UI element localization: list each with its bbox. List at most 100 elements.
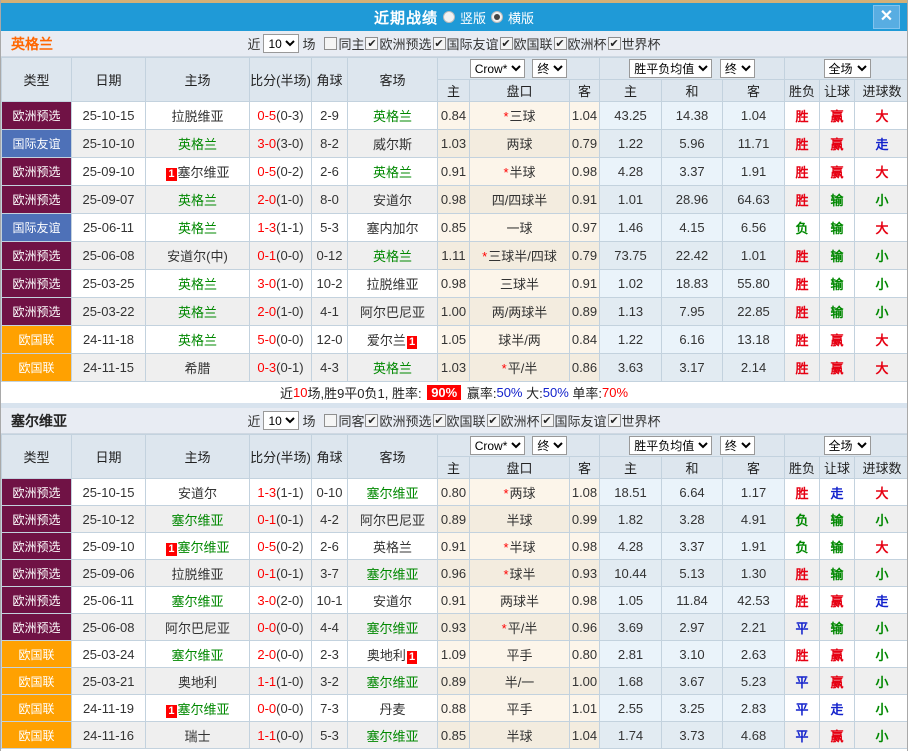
team-cell[interactable]: 丹麦 — [347, 694, 438, 722]
team-cell[interactable]: 塞尔维亚 — [347, 667, 438, 695]
home-odds-cell: 0.84 — [437, 101, 470, 130]
checkbox-checked-icon[interactable]: ✔ — [540, 414, 554, 427]
league-checkbox[interactable]: ✔ 欧洲杯 — [553, 34, 607, 53]
league-checkbox[interactable]: ✔ 国际友谊 — [540, 411, 607, 430]
col-type: 类型 — [1, 57, 72, 102]
team-cell[interactable]: 安道尔 — [145, 478, 250, 506]
league-checkbox[interactable]: ✔ 欧洲预选 — [365, 34, 432, 53]
team-cell[interactable]: 英格兰 — [145, 297, 250, 326]
team-cell[interactable]: 1 塞尔维亚 — [145, 157, 250, 186]
table-row: 欧洲预选 25-10-15 拉脱维亚 0-5(0-3) 2-9 英格兰 0.84 *三球 1.0… — [1, 101, 907, 130]
checkbox-checked-icon[interactable]: ✔ — [486, 414, 500, 427]
league-checkbox[interactable]: ✔ 世界杯 — [607, 34, 661, 53]
handicap-result-cell: 输 — [819, 613, 856, 641]
corner-cell: 4-2 — [311, 505, 348, 533]
team-cell[interactable]: 1 塞尔维亚 — [145, 532, 250, 560]
near-label: 近 — [247, 414, 261, 429]
team-cell[interactable]: 英格兰 — [347, 101, 438, 130]
team-cell[interactable]: 爱尔兰 1 — [347, 325, 438, 354]
team-cell[interactable]: 阿尔巴尼亚 — [347, 297, 438, 326]
same-venue-checkbox[interactable]: 同客 — [324, 411, 364, 430]
checkbox-checked-icon[interactable]: ✔ — [432, 414, 446, 427]
team-cell[interactable]: 拉脱维亚 — [347, 269, 438, 298]
team-cell[interactable]: 安道尔(中) — [145, 241, 250, 270]
checkbox-checked-icon[interactable]: ✔ — [607, 37, 621, 50]
league-type-cell: 欧洲预选 — [1, 101, 72, 130]
league-checkbox[interactable]: ✔ 欧国联 — [432, 411, 486, 430]
same-venue-checkbox[interactable]: 同主 — [324, 34, 364, 53]
goals-result-cell: 大 — [854, 353, 907, 382]
avg-time-select[interactable]: 终 — [719, 59, 755, 78]
team-cell[interactable]: 英格兰 — [347, 157, 438, 186]
team-cell[interactable]: 英格兰 — [347, 353, 438, 382]
team-cell[interactable]: 塞尔维亚 — [145, 640, 250, 668]
team-cell[interactable]: 英格兰 — [145, 129, 250, 158]
avg-draw-cell: 14.38 — [661, 101, 724, 130]
handicap-result-cell: 输 — [819, 185, 856, 214]
team-cell[interactable]: 英格兰 — [145, 269, 250, 298]
team-cell[interactable]: 拉脱维亚 — [145, 559, 250, 587]
team-cell[interactable]: 塞尔维亚 — [347, 613, 438, 641]
result-cell: 胜 — [784, 353, 821, 382]
checkbox-unchecked-icon[interactable] — [324, 414, 338, 427]
score-cell: 0-1(0-1) — [249, 505, 312, 533]
horizontal-layout-radio[interactable] — [491, 11, 503, 23]
avg-type-select[interactable]: 胜平负均值 — [629, 436, 713, 455]
team-cell[interactable]: 塞内加尔 — [347, 213, 438, 242]
bookmaker-select[interactable]: Crow* — [469, 59, 525, 78]
odds-time-select[interactable]: 终 — [532, 59, 568, 78]
team-cell[interactable]: 奥地利 — [145, 667, 250, 695]
team-cell[interactable]: 奥地利 1 — [347, 640, 438, 668]
team-cell[interactable]: 1 塞尔维亚 — [145, 694, 250, 722]
vertical-layout-radio[interactable] — [442, 11, 455, 23]
league-checkbox[interactable]: ✔ 欧洲杯 — [486, 411, 540, 430]
score-cell: 0-1(0-1) — [249, 559, 312, 587]
vertical-layout-label[interactable]: 竖版 — [460, 8, 486, 27]
league-checkbox[interactable]: ✔ 世界杯 — [607, 411, 661, 430]
league-checkbox[interactable]: ✔ 国际友谊 — [432, 34, 499, 53]
checkbox-checked-icon[interactable]: ✔ — [553, 37, 567, 50]
handicap-cell: 半球 — [469, 721, 570, 749]
team-cell[interactable]: 塞尔维亚 — [347, 478, 438, 506]
match-count-select[interactable]: 10 — [263, 411, 300, 430]
team-cell[interactable]: 拉脱维亚 — [145, 101, 250, 130]
team-cell[interactable]: 英格兰 — [145, 325, 250, 354]
close-button[interactable]: ✕ — [873, 5, 900, 29]
checkbox-checked-icon[interactable]: ✔ — [365, 414, 379, 427]
corner-cell: 3-2 — [311, 667, 348, 695]
team-cell[interactable]: 塞尔维亚 — [347, 559, 438, 587]
match-count-select[interactable]: 10 — [263, 34, 300, 53]
team-cell[interactable]: 希腊 — [145, 353, 250, 382]
team-cell[interactable]: 塞尔维亚 — [347, 721, 438, 749]
team-cell[interactable]: 英格兰 — [145, 185, 250, 214]
bookmaker-select[interactable]: Crow* — [469, 436, 525, 455]
checkbox-checked-icon[interactable]: ✔ — [499, 37, 513, 50]
checkbox-checked-icon[interactable]: ✔ — [607, 414, 621, 427]
team-cell[interactable]: 威尔斯 — [347, 129, 438, 158]
team-cell[interactable]: 塞尔维亚 — [145, 586, 250, 614]
avg-time-select[interactable]: 终 — [719, 436, 755, 455]
odds-time-select[interactable]: 终 — [532, 436, 568, 455]
checkbox-checked-icon[interactable]: ✔ — [432, 37, 446, 50]
horizontal-layout-label[interactable]: 横版 — [508, 8, 534, 27]
dialog-titlebar: 近期战绩 竖版 横版 ✕ — [1, 3, 907, 31]
team-cell[interactable]: 英格兰 — [347, 532, 438, 560]
team-cell[interactable]: 英格兰 — [347, 241, 438, 270]
team-cell[interactable]: 安道尔 — [347, 185, 438, 214]
team-cell[interactable]: 阿尔巴尼亚 — [145, 613, 250, 641]
team-cell[interactable]: 安道尔 — [347, 586, 438, 614]
league-checkbox[interactable]: ✔ 欧国联 — [499, 34, 553, 53]
scope-select[interactable]: 全场 — [823, 59, 871, 78]
team-cell[interactable]: 瑞士 — [145, 721, 250, 749]
team-cell[interactable]: 阿尔巴尼亚 — [347, 505, 438, 533]
checkbox-unchecked-icon[interactable] — [324, 37, 338, 50]
team-cell[interactable]: 塞尔维亚 — [145, 505, 250, 533]
league-checkbox[interactable]: ✔ 欧洲预选 — [365, 411, 432, 430]
away-odds-cell: 0.89 — [568, 297, 601, 326]
team-cell[interactable]: 英格兰 — [145, 213, 250, 242]
avg-type-select[interactable]: 胜平负均值 — [629, 59, 713, 78]
handicap-text: 两球半 — [499, 593, 539, 609]
scope-select[interactable]: 全场 — [823, 436, 871, 455]
col-handicap-result: 让球 — [819, 79, 856, 102]
checkbox-checked-icon[interactable]: ✔ — [365, 37, 379, 50]
